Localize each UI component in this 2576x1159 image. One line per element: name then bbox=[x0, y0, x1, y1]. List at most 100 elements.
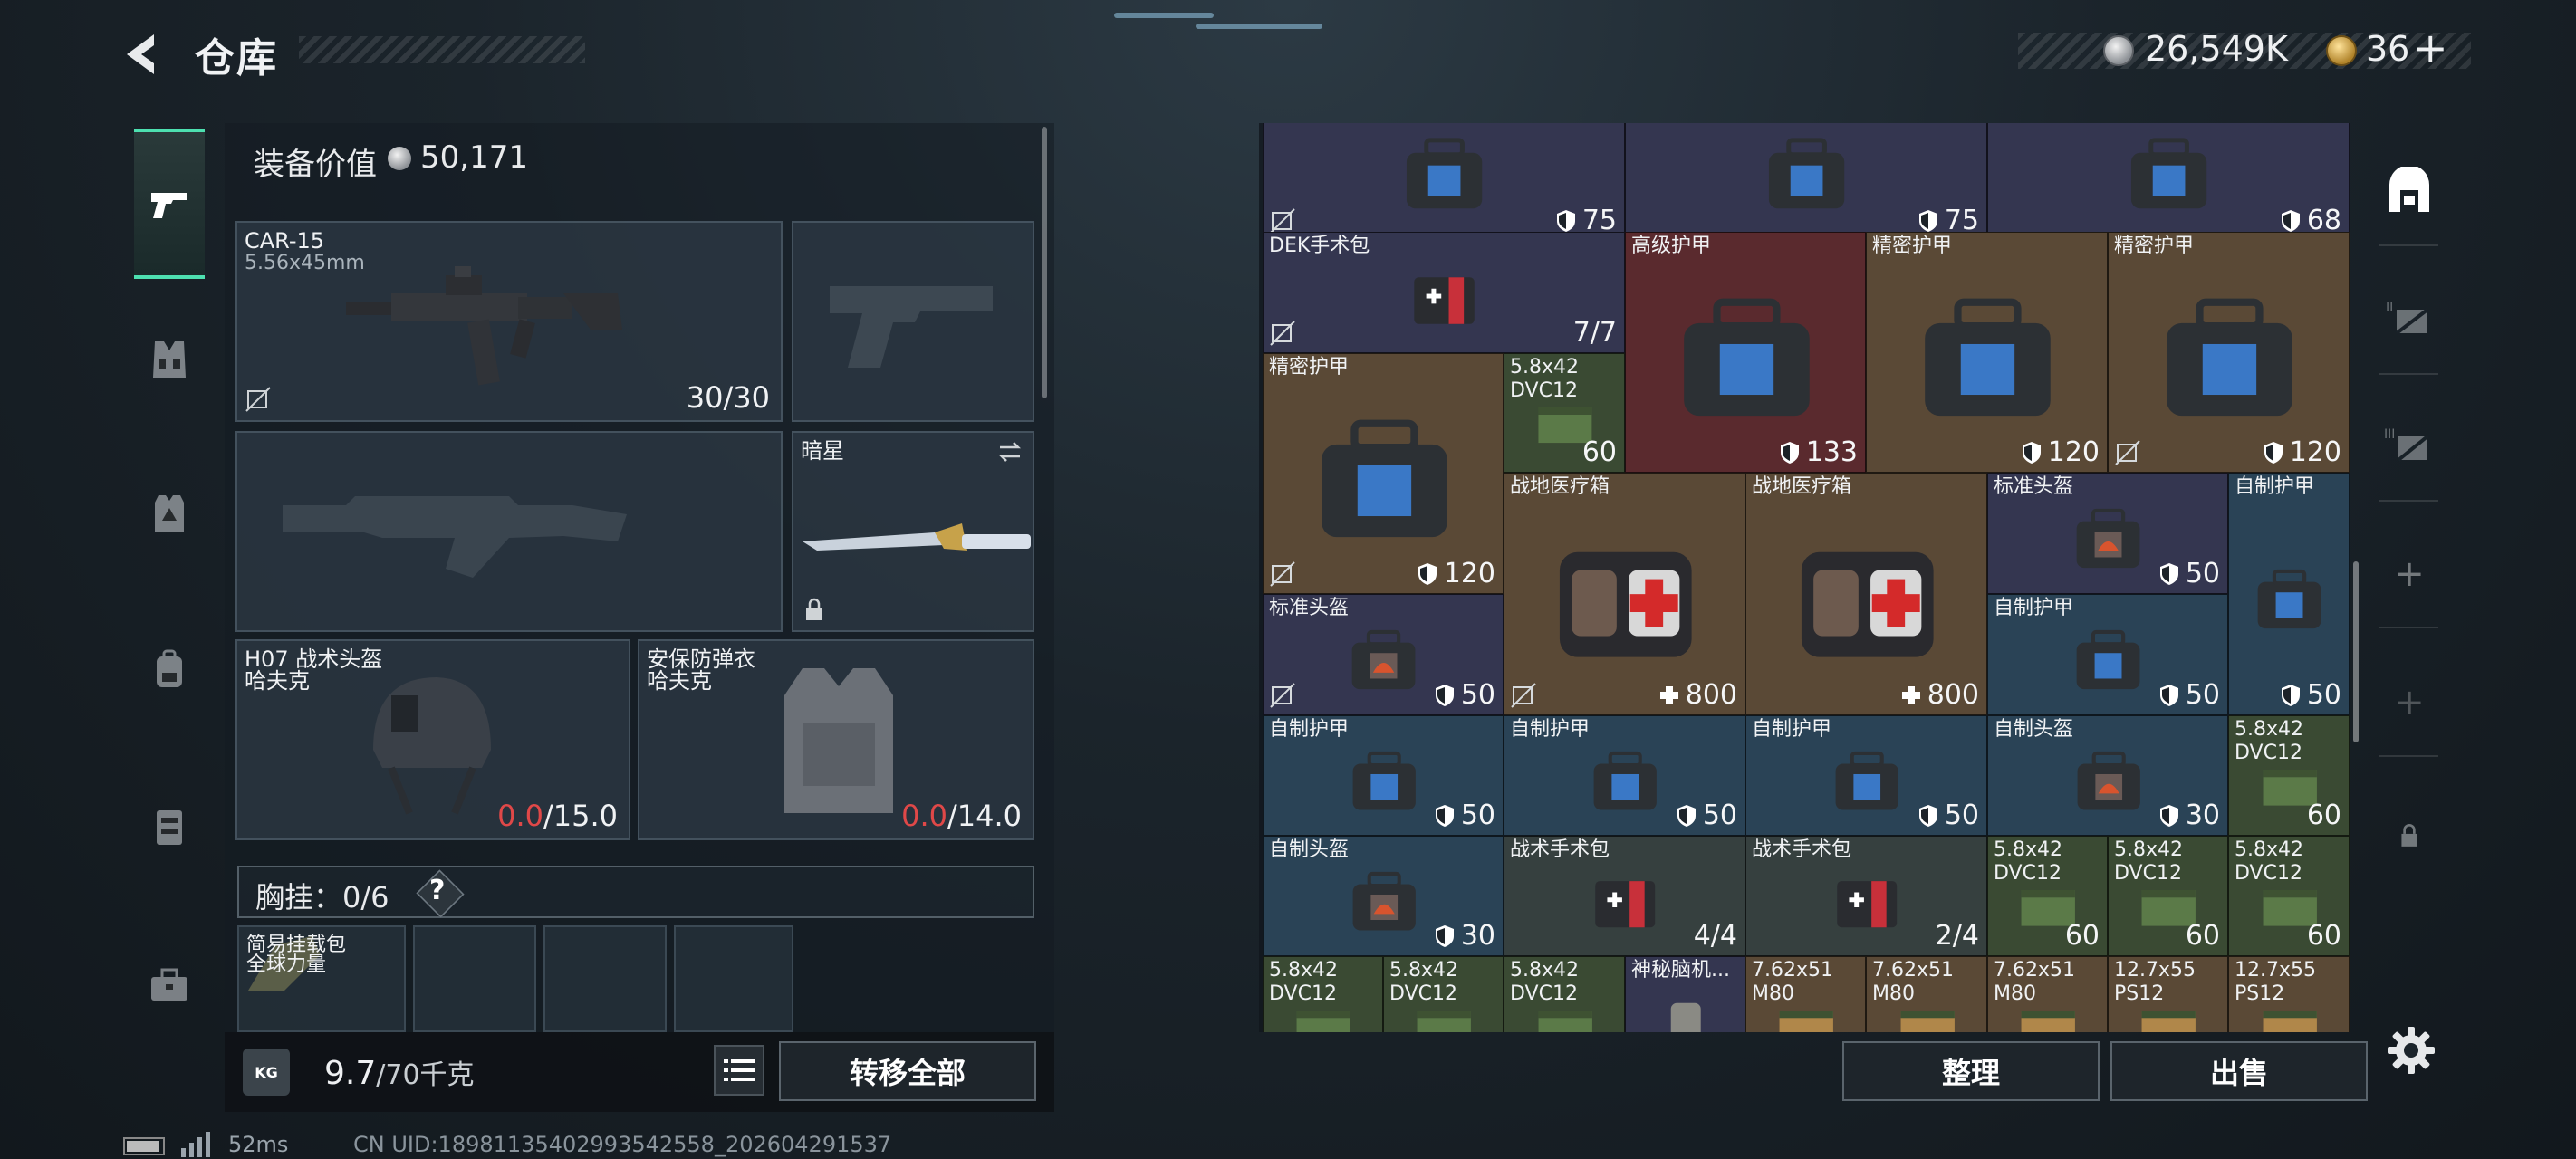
item-value: 50 bbox=[1702, 800, 1737, 831]
item-variant: PS12 bbox=[2235, 982, 2285, 1005]
chest-rig-slot[interactable] bbox=[674, 925, 793, 1032]
item-variant: M80 bbox=[1752, 982, 1794, 1005]
secondary-weapon-slot[interactable] bbox=[235, 431, 783, 632]
storage-page-2-button[interactable]: II bbox=[2371, 281, 2447, 357]
help-icon: ? bbox=[429, 875, 446, 906]
sell-button[interactable]: 出售 bbox=[2110, 1041, 2368, 1101]
chest-rig-slot[interactable] bbox=[543, 925, 667, 1032]
storage-item[interactable]: 自制头盔 30 bbox=[1987, 715, 2228, 836]
chest-rig-slot[interactable] bbox=[413, 925, 536, 1032]
storage-item[interactable]: 5.8x42 DVC12 bbox=[1263, 956, 1383, 1032]
durability-shield-icon bbox=[1418, 563, 1437, 585]
item-name: 自制护甲 bbox=[1269, 718, 1350, 741]
tab-armor[interactable] bbox=[134, 442, 205, 585]
item-name: 精密护甲 bbox=[2114, 235, 2195, 257]
no-insurance-icon bbox=[1511, 683, 1536, 708]
armor-bag-image bbox=[1352, 872, 1416, 931]
tab-weapons[interactable] bbox=[134, 129, 205, 279]
storage-item[interactable]: 标准头盔 50 bbox=[1263, 594, 1504, 715]
loadout-scrollbar[interactable] bbox=[1042, 127, 1047, 398]
tab-chest-rig[interactable] bbox=[134, 288, 205, 431]
storage-item[interactable]: 12.7x55 PS12 bbox=[2108, 956, 2228, 1032]
transfer-all-button[interactable]: 转移全部 bbox=[779, 1041, 1036, 1101]
storage-item[interactable]: 7.62x51 M80 bbox=[1866, 956, 1987, 1032]
item-name: 7.62x51 bbox=[1752, 959, 1833, 982]
armor-bag-image bbox=[1407, 138, 1483, 209]
add-storage-button[interactable]: + bbox=[2371, 665, 2447, 741]
storage-item[interactable]: 精密护甲 120 bbox=[1263, 353, 1504, 594]
item-name: 标准头盔 bbox=[1269, 597, 1350, 619]
armor-slot[interactable]: 安保防弹衣 哈夫克 0.0/14.0 bbox=[638, 639, 1034, 840]
storage-item[interactable]: 标准护甲75 bbox=[1263, 123, 1625, 241]
melee-name: 暗星 bbox=[801, 438, 844, 464]
tab-safe-box[interactable] bbox=[134, 755, 205, 898]
storage-item[interactable]: 自制护甲 50 bbox=[1504, 715, 1745, 836]
storage-item[interactable]: 自制护甲 50 bbox=[1745, 715, 1987, 836]
no-insurance-icon bbox=[2115, 440, 2140, 465]
device-image bbox=[1671, 1003, 1701, 1032]
storage-item[interactable]: 自制护甲 50 bbox=[1263, 715, 1504, 836]
storage-item[interactable]: 5.8x42 DVC12 bbox=[1383, 956, 1504, 1032]
helmet-durability: 0.0/15.0 bbox=[497, 799, 618, 833]
user-id: CN UID:1898113540299354255​8_20260429153… bbox=[353, 1132, 892, 1157]
storage-item[interactable]: 标准头盔 50 bbox=[1987, 473, 2228, 594]
storage-item[interactable]: 精密护甲 120 bbox=[2108, 232, 2350, 473]
storage-scrollbar[interactable] bbox=[2353, 561, 2359, 742]
storage-item[interactable]: 5.8x42 DVC12 60 bbox=[2228, 715, 2350, 836]
item-variant: DVC12 bbox=[1269, 982, 1337, 1005]
storage-item[interactable]: 战术手术包 4/4 bbox=[1504, 836, 1745, 956]
storage-item[interactable]: 战地医疗箱 800 bbox=[1745, 473, 1987, 715]
backpack-icon bbox=[157, 649, 182, 687]
item-value: 30 bbox=[1460, 920, 1495, 952]
storage-item[interactable]: 12.7x55 PS12 bbox=[2228, 956, 2350, 1032]
durability-shield-icon bbox=[2264, 442, 2283, 464]
armor-bag-image bbox=[2167, 298, 2292, 416]
storage-item[interactable]: 5.8x42 DVC12 60 bbox=[1987, 836, 2108, 956]
storage-item[interactable]: 神秘脑机... bbox=[1625, 956, 1745, 1032]
rail-divider bbox=[2379, 755, 2438, 757]
chest-rig-slot[interactable]: 简易挂载包 全球力量 bbox=[237, 925, 406, 1032]
storage-item[interactable]: 战术手术包 2/4 bbox=[1745, 836, 1987, 956]
add-currency-button[interactable]: + bbox=[2413, 24, 2448, 72]
storage-item[interactable]: 标准护甲75 bbox=[1625, 123, 1987, 241]
storage-grid: 标准护甲75 标准护甲75 标准护甲68 DEK手术包 7/7 高级护甲 133 精… bbox=[1263, 123, 2350, 1032]
item-name: 5.8x42 bbox=[1510, 356, 1580, 378]
sort-button[interactable]: 整理 bbox=[1842, 1041, 2100, 1101]
swap-icon[interactable] bbox=[996, 438, 1024, 465]
item-stat: 60 bbox=[1582, 436, 1617, 470]
storage-item[interactable]: 自制护甲 50 bbox=[2228, 473, 2350, 715]
storage-item[interactable]: 战地医疗箱 800 bbox=[1504, 473, 1745, 715]
storage-item[interactable]: 精密护甲 120 bbox=[1866, 232, 2108, 473]
storage-item[interactable]: DEK手术包 7/7 bbox=[1263, 232, 1625, 353]
storage-item[interactable]: 自制护甲 50 bbox=[1987, 594, 2228, 715]
storage-item[interactable]: 5.8x42 DVC12 60 bbox=[2108, 836, 2228, 956]
storage-item[interactable]: 5.8x42 DVC12 60 bbox=[1504, 353, 1625, 473]
item-value: 50 bbox=[1944, 800, 1979, 831]
add-storage-button[interactable]: + bbox=[2371, 536, 2447, 612]
storage-item[interactable]: 7.62x51 M80 bbox=[1987, 956, 2108, 1032]
list-view-button[interactable] bbox=[714, 1045, 764, 1096]
pistol-slot[interactable] bbox=[792, 221, 1034, 422]
primary-weapon-slot[interactable]: CAR-15 5.56x45mm 30/30 bbox=[235, 221, 783, 422]
storage-page-3-button[interactable]: III bbox=[2371, 407, 2447, 484]
storage-item[interactable]: 5.8x42 DVC12 bbox=[1504, 956, 1625, 1032]
item-value: 50 bbox=[2185, 679, 2220, 711]
item-variant: DVC12 bbox=[2235, 742, 2302, 764]
back-button[interactable] bbox=[118, 27, 172, 81]
tab-backpack[interactable] bbox=[134, 598, 205, 741]
storage-item[interactable]: 7.62x51 M80 bbox=[1745, 956, 1866, 1032]
storage-item[interactable]: 标准护甲68 bbox=[1987, 123, 2350, 241]
helmet-slot[interactable]: H07 战术头盔 哈夫克 0.0/15.0 bbox=[235, 639, 630, 840]
storage-page-1-button[interactable] bbox=[2371, 154, 2447, 230]
storage-item[interactable]: 自制头盔 30 bbox=[1263, 836, 1504, 956]
item-stat: 50 bbox=[2158, 678, 2220, 713]
item-name: 7.62x51 bbox=[1872, 959, 1954, 982]
storage-item[interactable]: 高级护甲 133 bbox=[1625, 232, 1866, 473]
tab-toolbox[interactable] bbox=[134, 913, 205, 1056]
signal-icon bbox=[181, 1132, 210, 1157]
storage-item[interactable]: 5.8x42 DVC12 60 bbox=[2228, 836, 2350, 956]
item-name: 战术手术包 bbox=[1510, 838, 1610, 861]
settings-button[interactable] bbox=[2384, 1023, 2438, 1078]
armor-bag-image bbox=[1352, 752, 1416, 810]
melee-slot[interactable]: 暗星 bbox=[792, 431, 1034, 632]
